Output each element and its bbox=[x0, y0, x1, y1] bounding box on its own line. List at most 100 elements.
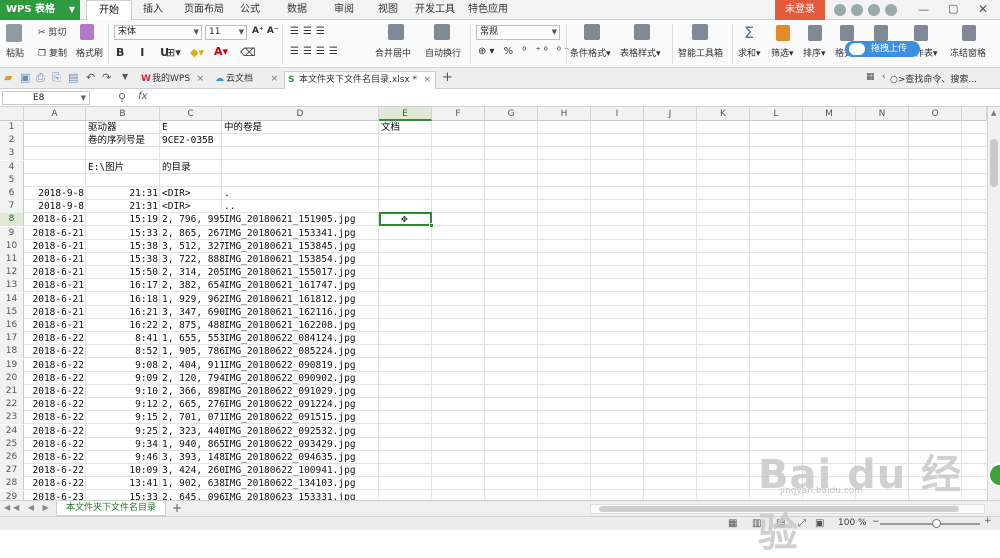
cell-filename[interactable]: IMG_20180622_094635.jpg bbox=[222, 451, 379, 464]
cell-date[interactable]: 2018-6-21 bbox=[24, 240, 86, 253]
cell-filename[interactable] bbox=[222, 161, 379, 174]
sheet-tab-active[interactable]: 本文件夹下文件名目录 bbox=[56, 501, 166, 516]
cell-filename[interactable]: IMG_20180621_153854.jpg bbox=[222, 253, 379, 266]
cell-c[interactable]: 1, 655, 553 bbox=[160, 332, 225, 345]
zoom-search-icon[interactable]: ⚲ bbox=[118, 91, 126, 104]
column-header-partial[interactable] bbox=[962, 107, 987, 121]
cell-e[interactable] bbox=[379, 174, 432, 187]
row-header[interactable]: 19 bbox=[0, 358, 24, 372]
format-painter-icon[interactable] bbox=[80, 24, 94, 40]
copy-button[interactable]: ❐ 复制 bbox=[38, 46, 67, 59]
new-tab-icon[interactable]: + bbox=[442, 70, 453, 85]
cell-b[interactable]: 16:17 bbox=[86, 279, 160, 292]
row-header[interactable]: 13 bbox=[0, 279, 24, 293]
cell-b[interactable]: 16:22 bbox=[86, 319, 160, 332]
cell-c[interactable]: 2, 701, 071 bbox=[160, 411, 225, 424]
menu-tab-0[interactable]: 开始 bbox=[86, 0, 132, 20]
cell-e[interactable] bbox=[379, 451, 432, 464]
cell-e[interactable] bbox=[379, 359, 432, 372]
active-cell-selection[interactable]: ✥ bbox=[379, 212, 434, 229]
close-icon[interactable]: × bbox=[196, 71, 204, 87]
cell-date[interactable]: 2018-6-22 bbox=[24, 398, 86, 411]
reading-mode-icon[interactable]: ▣ bbox=[815, 518, 824, 529]
freeze-panes-button[interactable]: 冻结窗格 bbox=[950, 46, 986, 59]
open-folder-icon[interactable]: ▰ bbox=[4, 71, 12, 84]
cell-c[interactable]: 的目录 bbox=[160, 161, 222, 174]
cell-filename[interactable]: IMG_20180621_151905.jpg bbox=[222, 213, 379, 226]
cell-date[interactable] bbox=[24, 174, 86, 187]
column-header-e[interactable]: E bbox=[379, 107, 432, 121]
column-header-a[interactable]: A bbox=[24, 107, 86, 121]
page-break-icon[interactable]: ▤ bbox=[776, 518, 785, 529]
cell-b[interactable]: 16:18 bbox=[86, 293, 160, 306]
row-header[interactable]: 25 bbox=[0, 437, 24, 451]
row-header[interactable]: 17 bbox=[0, 332, 24, 346]
cell-c[interactable] bbox=[160, 174, 222, 187]
app-menu-button[interactable]: WPS 表格 ▼ bbox=[0, 0, 80, 20]
cell-filename[interactable]: IMG_20180621_162208.jpg bbox=[222, 319, 379, 332]
cell-e[interactable] bbox=[379, 438, 432, 451]
menu-tab-5[interactable]: 审阅 bbox=[324, 0, 364, 20]
wrap-text-icon[interactable] bbox=[434, 24, 450, 40]
minimize-icon[interactable]: — bbox=[918, 3, 929, 16]
sort-icon[interactable] bbox=[808, 25, 822, 41]
cell-date[interactable]: 2018-6-22 bbox=[24, 451, 86, 464]
menu-tab-4[interactable]: 数据 bbox=[272, 0, 322, 20]
worksheet-icon[interactable] bbox=[914, 25, 928, 41]
cell-c[interactable]: 3, 424, 260 bbox=[160, 464, 225, 477]
close-icon[interactable]: ✕ bbox=[978, 2, 988, 16]
cell-filename[interactable]: 中的卷是 bbox=[222, 121, 379, 134]
cell-c[interactable]: 3, 512, 327 bbox=[160, 240, 225, 253]
message-icon[interactable]: ▦ bbox=[866, 72, 875, 82]
cell-b[interactable]: 21:31 bbox=[86, 187, 160, 200]
cell-filename[interactable]: IMG_20180622_091224.jpg bbox=[222, 398, 379, 411]
row-header[interactable]: 20 bbox=[0, 371, 24, 385]
cell-filename[interactable]: IMG_20180622_092532.jpg bbox=[222, 425, 379, 438]
cell-c[interactable]: 2, 796, 995 bbox=[160, 213, 225, 226]
cell-date[interactable]: 2018-6-23 bbox=[24, 491, 86, 500]
conditional-format-button[interactable]: 条件格式▾ bbox=[570, 46, 611, 59]
cell-e[interactable] bbox=[379, 385, 432, 398]
cell-b[interactable]: 15:33 bbox=[86, 491, 160, 500]
cell-e[interactable] bbox=[379, 161, 432, 174]
restore-icon[interactable]: ▢ bbox=[948, 2, 958, 15]
menu-tab-3[interactable]: 公式 bbox=[232, 0, 268, 20]
cell-date[interactable]: 2018-6-22 bbox=[24, 372, 86, 385]
cell-filename[interactable]: IMG_20180622_091515.jpg bbox=[222, 411, 379, 424]
font-size-select[interactable]: 11 ▼ bbox=[205, 25, 247, 40]
filter-icon[interactable] bbox=[776, 25, 790, 41]
cell-filename[interactable]: IMG_20180622_084124.jpg bbox=[222, 332, 379, 345]
cell-b[interactable] bbox=[86, 147, 160, 160]
cell-date[interactable]: 2018-6-22 bbox=[24, 477, 86, 490]
add-sheet-icon[interactable]: + bbox=[172, 501, 182, 515]
cell-filename[interactable] bbox=[222, 147, 379, 160]
page-layout-icon[interactable]: ▥ bbox=[752, 518, 761, 529]
cell-c[interactable]: 2, 865, 267 bbox=[160, 227, 225, 240]
paste-label[interactable]: 粘贴 bbox=[6, 46, 24, 59]
cell-date[interactable] bbox=[24, 147, 86, 160]
row-header[interactable]: 3 bbox=[0, 147, 24, 161]
cell-b[interactable]: 13:41 bbox=[86, 477, 160, 490]
export-pdf-icon[interactable]: ▤ bbox=[68, 71, 78, 84]
number-format-select[interactable]: 常规 ▼ bbox=[476, 25, 560, 40]
column-header-n[interactable]: N bbox=[856, 107, 909, 121]
cell-date[interactable] bbox=[24, 161, 86, 174]
row-header[interactable]: 24 bbox=[0, 424, 24, 438]
cell-c[interactable]: 2, 875, 488 bbox=[160, 319, 225, 332]
zoom-level[interactable]: 100 % bbox=[838, 518, 867, 528]
row-header[interactable]: 22 bbox=[0, 398, 24, 412]
zoom-slider[interactable] bbox=[880, 519, 980, 528]
print-preview-icon[interactable]: ⎙ bbox=[36, 71, 45, 85]
align-left-buttons[interactable]: ☰☰☰☰ bbox=[290, 46, 342, 57]
align-top-buttons[interactable]: ☰☰☰ bbox=[290, 26, 329, 37]
formula-input[interactable] bbox=[160, 90, 986, 105]
row-header[interactable]: 18 bbox=[0, 345, 24, 359]
cell-filename[interactable]: IMG_20180622_090819.jpg bbox=[222, 359, 379, 372]
cell-e[interactable] bbox=[379, 293, 432, 306]
cell-c[interactable]: 2, 314, 205 bbox=[160, 266, 225, 279]
row-col-icon[interactable] bbox=[874, 25, 888, 41]
close-icon[interactable]: × bbox=[270, 71, 278, 87]
column-header-h[interactable]: H bbox=[538, 107, 591, 121]
row-header[interactable]: 28 bbox=[0, 477, 24, 491]
cell-date[interactable] bbox=[24, 121, 86, 134]
